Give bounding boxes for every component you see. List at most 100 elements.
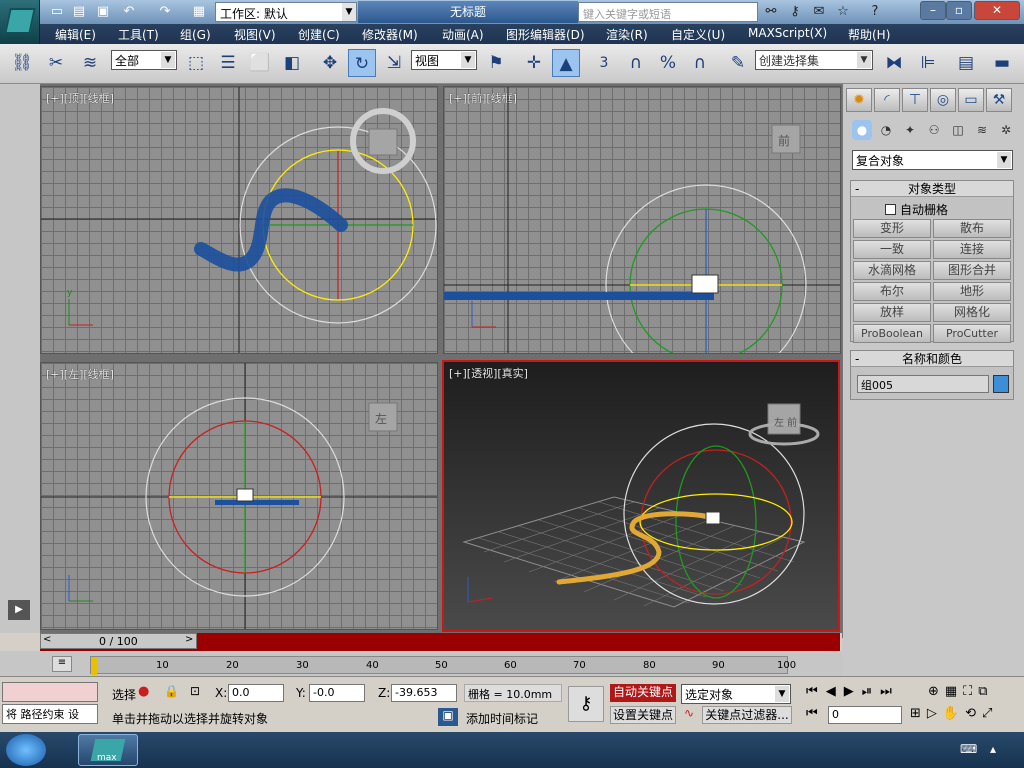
unlink-icon[interactable]: ✂	[42, 49, 70, 77]
key-filters-button[interactable]: 关键点过滤器...	[702, 706, 792, 724]
curve-editor-icon[interactable]: ≡	[52, 656, 72, 672]
set-key-button[interactable]: 设置关键点	[610, 706, 676, 724]
hierarchy-tab-icon[interactable]: ⊤	[902, 88, 928, 112]
utilities-tab-icon[interactable]: ⚒	[986, 88, 1012, 112]
next-frame-icon[interactable]: >	[185, 634, 193, 645]
blobmesh-button[interactable]: 水滴网格	[853, 261, 931, 280]
keyboard-shortcut-override-icon[interactable]: ▲	[552, 49, 580, 77]
close-button[interactable]: ✕	[974, 1, 1020, 20]
procutter-button[interactable]: ProCutter	[933, 324, 1011, 343]
layer-manager-icon[interactable]: ▤	[952, 49, 980, 77]
connect-button[interactable]: 连接	[933, 240, 1011, 259]
menu-edit[interactable]: 编辑(E)	[55, 26, 96, 43]
viewport-perspective[interactable]: [+][透视][真实] 左 前	[442, 360, 840, 632]
angle-snap-icon[interactable]: ∩	[622, 49, 650, 77]
keyboard-tray-icon[interactable]: ⌨	[960, 742, 977, 756]
menu-tools[interactable]: 工具(T)	[118, 26, 159, 43]
network-tray-icon[interactable]: ▴	[990, 742, 996, 756]
binoculars-icon[interactable]: ⚯	[762, 3, 780, 21]
graphite-tools-icon[interactable]: ▬	[988, 49, 1016, 77]
menu-modifiers[interactable]: 修改器(M)	[362, 26, 418, 43]
helpers-icon[interactable]: ◫	[948, 120, 968, 140]
prev-frame-icon[interactable]: <	[43, 634, 51, 645]
modify-tab-icon[interactable]: ◜	[874, 88, 900, 112]
scatter-button[interactable]: 散布	[933, 219, 1011, 238]
proboolean-button[interactable]: ProBoolean	[853, 324, 931, 343]
star-icon[interactable]: ☆	[834, 3, 852, 21]
create-tab-icon[interactable]: ✹	[846, 88, 872, 112]
help-icon[interactable]: ?	[866, 3, 884, 21]
isolate-icon[interactable]: ●	[138, 684, 154, 700]
align-icon[interactable]: ⊫	[914, 49, 942, 77]
maximize-button[interactable]: ▫	[946, 1, 972, 20]
snaps-toggle-icon[interactable]: 3	[590, 49, 618, 77]
menu-customize[interactable]: 自定义(U)	[671, 26, 725, 43]
spinner-snap-icon[interactable]: ∩	[686, 49, 714, 77]
undo-icon[interactable]: ↶	[120, 3, 138, 21]
bind-spacewarp-icon[interactable]: ≋	[76, 49, 104, 77]
menu-animation[interactable]: 动画(A)	[442, 26, 484, 43]
z-coordinate-input[interactable]: -39.653	[391, 684, 457, 702]
menu-views[interactable]: 视图(V)	[234, 26, 276, 43]
add-time-tag-label[interactable]: 添加时间标记	[466, 710, 538, 727]
communication-icon[interactable]: ✉	[810, 3, 828, 21]
reference-coordinate-dropdown[interactable]: 视图 ▼	[411, 50, 477, 70]
trackbar[interactable]: 10 20 30 40 50 60 70 80 90 100	[90, 656, 796, 675]
category-dropdown[interactable]: 复合对象 ▼	[852, 150, 1013, 170]
key-mode-icon[interactable]: ⏮	[806, 706, 818, 721]
add-time-tag-icon[interactable]: ▣	[438, 708, 458, 726]
boolean-button[interactable]: 布尔	[853, 282, 931, 301]
object-color-swatch[interactable]	[993, 375, 1009, 393]
spacewarps-icon[interactable]: ≋	[972, 120, 992, 140]
save-file-icon[interactable]: ▣	[94, 3, 112, 21]
expand-arrow-icon[interactable]: ▶	[8, 600, 30, 620]
mirror-icon[interactable]: ⧓	[880, 49, 908, 77]
search-input[interactable]: 键入关键字或短语	[578, 2, 758, 22]
rollout-header[interactable]: - 对象类型	[851, 181, 1013, 197]
start-button[interactable]	[6, 734, 46, 766]
window-crossing-icon[interactable]: ◧	[278, 49, 306, 77]
select-by-name-icon[interactable]: ☰	[214, 49, 242, 77]
menu-maxscript[interactable]: MAXScript(X)	[748, 26, 827, 40]
lock-selection-icon[interactable]: 🔒	[164, 684, 180, 700]
menu-rendering[interactable]: 渲染(R)	[606, 26, 648, 43]
morph-button[interactable]: 变形	[853, 219, 931, 238]
set-key-icon[interactable]: ⚷	[568, 686, 604, 722]
link-icon[interactable]: ⛓	[8, 49, 36, 77]
systems-icon[interactable]: ✲	[996, 120, 1016, 140]
new-file-icon[interactable]: ▭	[48, 3, 66, 21]
loft-button[interactable]: 放样	[853, 303, 931, 322]
current-frame-input[interactable]: 0	[828, 706, 902, 724]
y-coordinate-input[interactable]: -0.0	[309, 684, 365, 702]
shapes-icon[interactable]: ◔	[876, 120, 896, 140]
project-folder-icon[interactable]: ▦	[190, 3, 208, 21]
select-rotate-icon[interactable]: ↻	[348, 49, 376, 77]
percent-snap-icon[interactable]: %	[654, 49, 682, 77]
key-selection-dropdown[interactable]: 选定对象 ▼	[681, 684, 791, 704]
viewport-nav-controls[interactable]: ⊕▦⛶⧉	[928, 684, 994, 699]
select-object-icon[interactable]: ⬚	[182, 49, 210, 77]
manipulate-icon[interactable]: ✛	[520, 49, 548, 77]
time-slider[interactable]: < 0 / 100 >	[40, 633, 197, 649]
menu-help[interactable]: 帮助(H)	[848, 26, 890, 43]
minimize-button[interactable]: –	[920, 1, 946, 20]
viewport-nav-controls-2[interactable]: ⊞▷✋⟲⤢	[910, 706, 998, 721]
redo-icon[interactable]: ↷	[156, 3, 174, 21]
auto-key-button[interactable]: 自动关键点	[610, 684, 676, 702]
selection-filter-dropdown[interactable]: 全部 ▼	[111, 50, 177, 70]
menu-create[interactable]: 创建(C)	[298, 26, 340, 43]
workspace-dropdown[interactable]: 工作区: 默认 ▼	[215, 2, 357, 22]
maxscript-mini-listener[interactable]: 将 路径约束 设	[2, 704, 98, 724]
viewport-left[interactable]: [+][左][线框] 左	[40, 362, 438, 630]
rectangular-selection-icon[interactable]: ⬜	[246, 49, 274, 77]
mesher-button[interactable]: 网格化	[933, 303, 1011, 322]
x-coordinate-input[interactable]: 0.0	[228, 684, 284, 702]
lights-icon[interactable]: ✦	[900, 120, 920, 140]
edit-named-selection-icon[interactable]: ✎	[724, 49, 752, 77]
shapemerge-button[interactable]: 图形合并	[933, 261, 1011, 280]
taskbar-app-max[interactable]: max	[78, 734, 138, 766]
playback-controls[interactable]: ⏮◀▶⏯⏭	[806, 684, 900, 699]
absolute-mode-icon[interactable]: ⊡	[190, 684, 206, 700]
max-logo-button[interactable]	[0, 0, 40, 44]
motion-tab-icon[interactable]: ◎	[930, 88, 956, 112]
